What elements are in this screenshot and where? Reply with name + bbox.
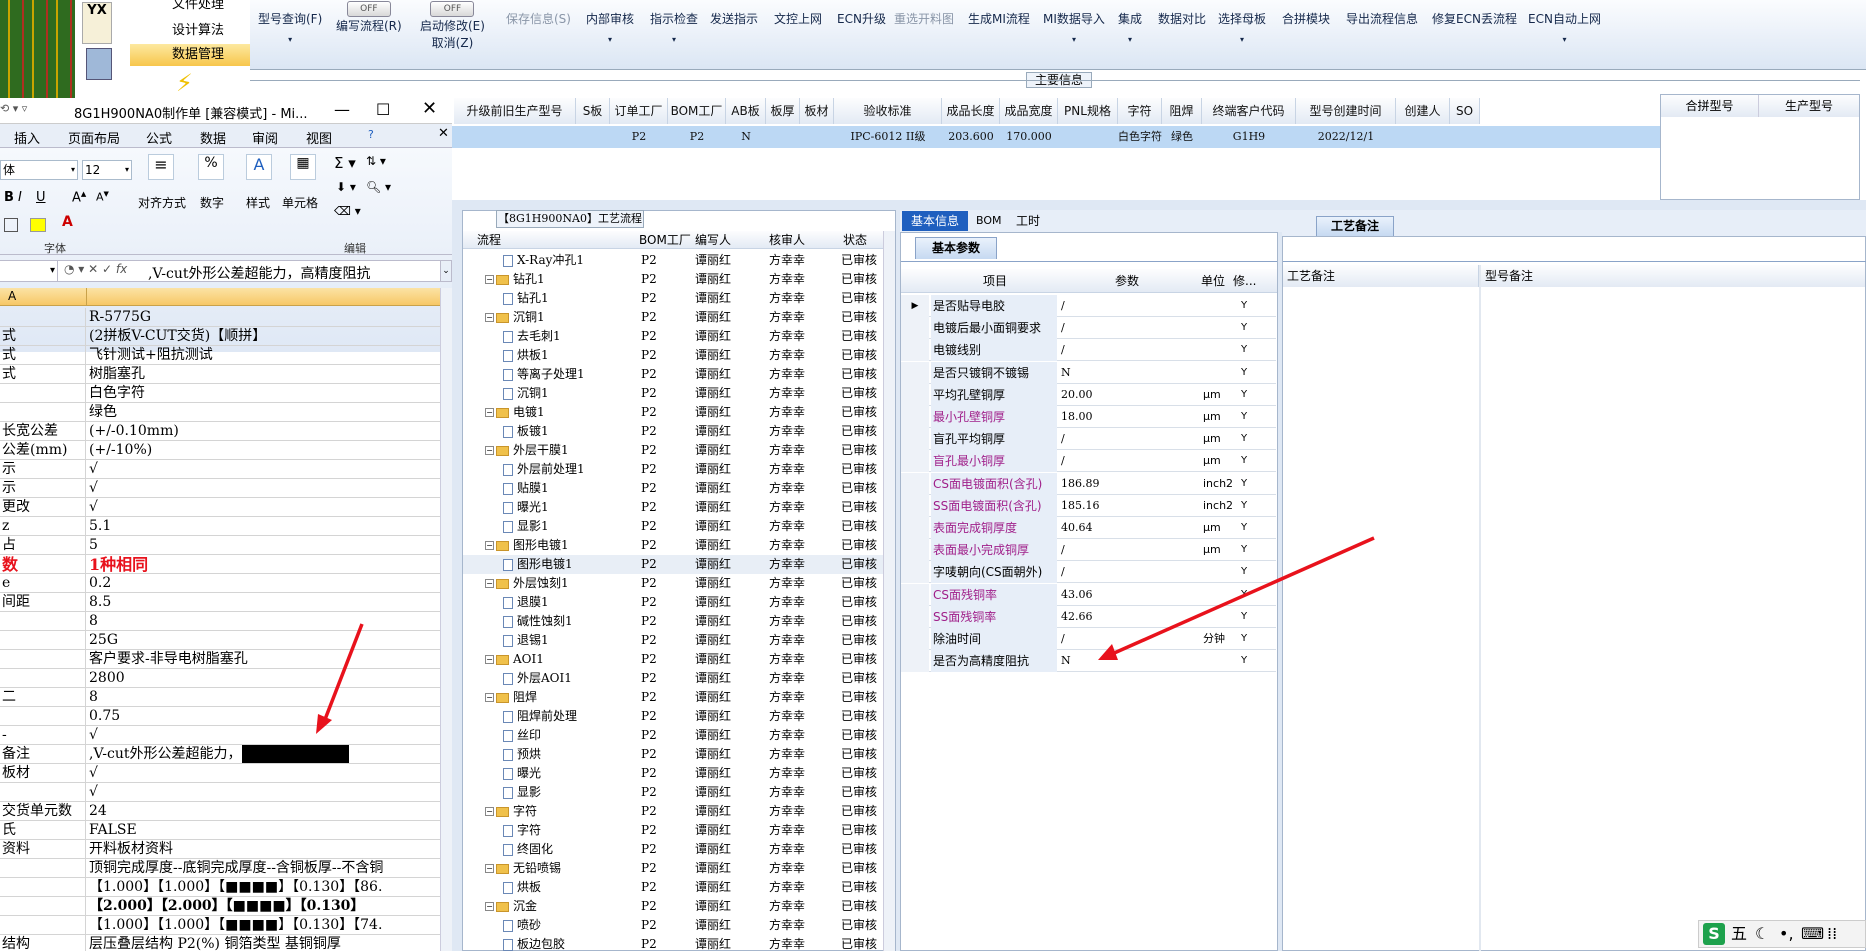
grid-icon[interactable]: ⁞⁞: [1827, 921, 1837, 947]
red-arrow-right: [1098, 536, 1375, 660]
sogou-icon[interactable]: S: [1703, 923, 1725, 945]
red-arrow-left: [316, 623, 364, 734]
dot-icon[interactable]: •,: [1779, 921, 1794, 947]
keyboard-icon[interactable]: ⌨: [1801, 921, 1824, 947]
desktop: YX 文件处理 设计算法 数据管理 ⚡ 型号查询(F) ▾ OFF 编写流程(R) …: [0, 0, 1866, 951]
annotation-layer: [316, 536, 1375, 734]
system-tray: S 五 ☾ •, ⌨ ⁞⁞: [1698, 920, 1866, 948]
moon-icon[interactable]: ☾: [1755, 921, 1769, 947]
process-title: 【8G1H900NA0】工艺流程: [496, 210, 644, 228]
ime-mode[interactable]: 五: [1731, 921, 1747, 947]
